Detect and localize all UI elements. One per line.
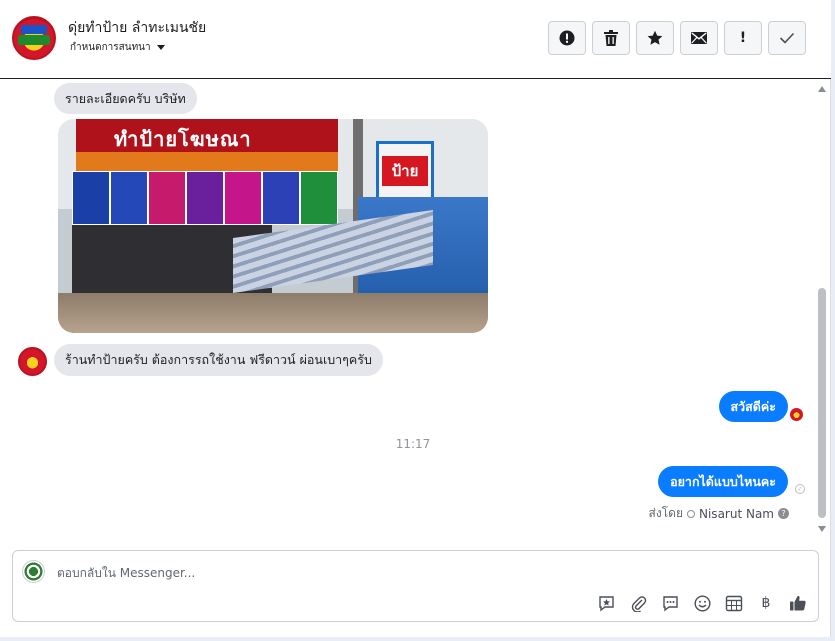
- scroll-thumb[interactable]: [818, 288, 826, 518]
- outgoing-message[interactable]: สวัสดีค่ะ: [718, 391, 788, 422]
- assign-conversation-label: กำหนดการสนทนา: [70, 42, 151, 53]
- saved-replies-button[interactable]: [596, 593, 616, 613]
- message-photo[interactable]: ทำป้ายโฆษณา ป้าย: [58, 119, 488, 333]
- composer-toolbar: ฿: [596, 593, 808, 613]
- chat-bubble-icon: [662, 595, 678, 611]
- thread-scrollbar[interactable]: [817, 80, 827, 540]
- agent-avatar: [22, 560, 45, 583]
- photo-sign-panel: [148, 171, 186, 225]
- photo-ground: [58, 293, 488, 333]
- attachment-icon: [631, 595, 646, 612]
- sent-by-info: ส่งโดย Nisarut Nam ?: [649, 504, 789, 523]
- appointment-button[interactable]: [724, 593, 744, 613]
- emoji-icon: [693, 594, 711, 612]
- sender-avatar[interactable]: [18, 347, 47, 376]
- photo-sign-panel: [72, 171, 110, 225]
- attach-file-button[interactable]: [628, 593, 648, 613]
- trash-icon: [604, 30, 618, 46]
- mark-done-button[interactable]: [768, 21, 806, 55]
- incoming-message[interactable]: รายละเอียดครับ บริษัท: [54, 83, 197, 114]
- alert-circle-icon: [559, 30, 575, 46]
- photo-sign-panel: [110, 171, 148, 225]
- avatar-logo-stripe: [18, 35, 50, 45]
- photo-right-sign-text: ป้าย: [382, 156, 428, 186]
- incoming-message[interactable]: ร้านทำป้ายครับ ต้องการรถใช้งาน ฟรีดาวน์ …: [54, 344, 383, 376]
- baht-icon: ฿: [761, 595, 771, 611]
- like-button[interactable]: [788, 593, 808, 613]
- photo-sign-panel: [186, 171, 224, 225]
- exclamation-icon: !: [739, 30, 747, 46]
- scroll-up-arrow-icon[interactable]: [818, 86, 826, 92]
- header-actions: !: [548, 21, 806, 55]
- emoji-button[interactable]: [692, 593, 712, 613]
- page-avatar[interactable]: [12, 16, 56, 60]
- thumbs-up-icon: [790, 595, 806, 611]
- read-receipt-avatar: [790, 408, 803, 421]
- caret-down-icon: [156, 45, 165, 50]
- saved-reply-icon: [598, 595, 614, 611]
- star-button[interactable]: [636, 21, 674, 55]
- agent-status-icon: [687, 509, 695, 518]
- page-name: ดุ่ยทำป้าย ลำทะเมนชัย: [68, 20, 207, 36]
- spam-button[interactable]: [548, 21, 586, 55]
- photo-sign-title: ทำป้ายโฆษณา: [114, 127, 252, 151]
- message-templates-button[interactable]: [660, 593, 680, 613]
- photo-sign-panels: [72, 171, 338, 225]
- scroll-down-arrow-icon[interactable]: [818, 526, 826, 532]
- conversation-panel: ดุ่ยทำป้าย ลำทะเมนชัย กำหนดการสนทนา ! รา…: [0, 0, 831, 637]
- help-icon[interactable]: ?: [778, 508, 789, 519]
- avatar-logo-band: [21, 25, 47, 34]
- photo-shop-sign: ทำป้ายโฆษณา: [76, 119, 338, 179]
- sent-by-prefix: ส่งโดย: [648, 506, 683, 520]
- mark-unread-button[interactable]: [680, 21, 718, 55]
- payment-button[interactable]: ฿: [756, 593, 776, 613]
- message-timestamp: 11:17: [395, 437, 431, 451]
- outgoing-message[interactable]: อยากได้แบบไหนคะ: [658, 466, 788, 497]
- checkmark-icon: [779, 32, 795, 44]
- photo-sign-panel: [224, 171, 262, 225]
- conversation-header: ดุ่ยทำป้าย ลำทะเมนชัย กำหนดการสนทนา !: [0, 0, 831, 79]
- calendar-icon: [725, 595, 743, 612]
- envelope-icon: [691, 32, 707, 44]
- message-thread[interactable]: รายละเอียดครับ บริษัท ทำป้ายโฆษณา ป้าย ร…: [0, 80, 831, 540]
- star-icon: [647, 30, 663, 45]
- sent-check-icon: ✓: [795, 484, 805, 494]
- reply-input[interactable]: [57, 564, 617, 582]
- agent-name[interactable]: Nisarut Nam: [699, 507, 774, 521]
- follow-up-button[interactable]: !: [724, 21, 762, 55]
- delete-button[interactable]: [592, 21, 630, 55]
- photo-sign-panel: [262, 171, 300, 225]
- photo-sign-panel: [300, 171, 338, 225]
- assign-conversation-dropdown[interactable]: กำหนดการสนทนา: [70, 40, 165, 55]
- reply-composer: ฿: [12, 550, 819, 622]
